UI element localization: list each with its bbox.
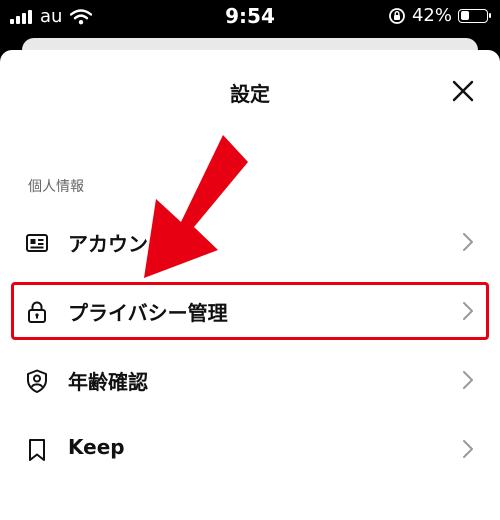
chevron-right-icon [463, 371, 473, 389]
menu-item-age-verification[interactable]: 年齢確認 [0, 348, 500, 412]
close-icon[interactable] [448, 76, 478, 106]
id-card-icon [26, 234, 48, 252]
section-title: 個人情報 [28, 179, 84, 195]
menu-item-keep[interactable]: Keep [0, 417, 500, 481]
bookmark-icon [29, 439, 45, 461]
page-title: 設定 [230, 82, 270, 106]
battery-fill [460, 11, 470, 20]
battery-icon [458, 8, 491, 23]
menu-item-label: 年齢確認 [68, 370, 148, 394]
menu-item-label: Keep [68, 435, 125, 459]
menu-item-label: アカウント [68, 232, 168, 256]
menu-item-account[interactable]: アカウント [0, 210, 500, 274]
battery-percentage: 42% [411, 5, 452, 26]
shield-person-icon [27, 369, 47, 393]
chevron-right-icon [463, 440, 473, 458]
status-right: 42% [388, 5, 491, 26]
highlight-box [11, 282, 489, 340]
orientation-lock-icon [389, 7, 405, 24]
status-bar: au 9:54 42% [0, 0, 500, 36]
chevron-right-icon [463, 233, 473, 251]
